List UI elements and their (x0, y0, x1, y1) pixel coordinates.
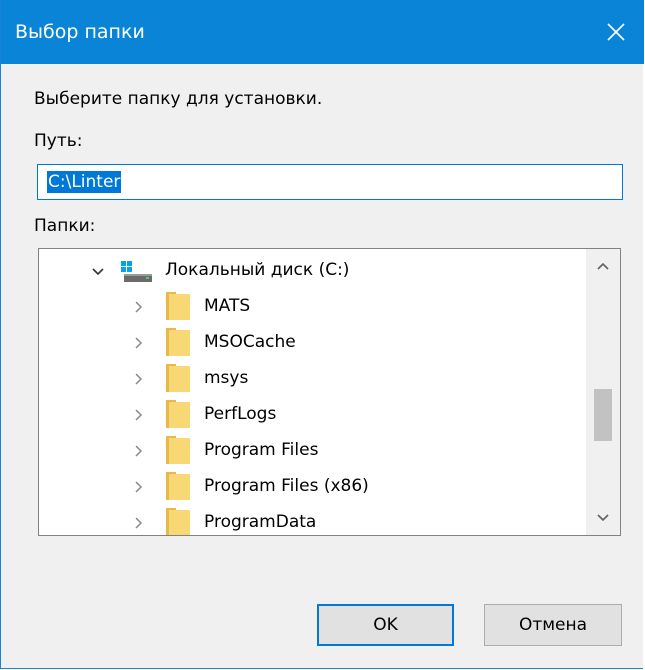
path-input[interactable]: C:\Linter (37, 164, 623, 200)
tree-item-local-disk[interactable]: Локальный диск (C:) (39, 255, 587, 289)
chevron-right-icon[interactable] (131, 407, 147, 423)
drive-icon (121, 261, 152, 282)
folder-icon (166, 436, 190, 464)
chevron-right-icon[interactable] (131, 443, 147, 459)
window-title: Выбор папки (15, 21, 145, 43)
tree-item-program-files[interactable]: Program Files (39, 433, 587, 467)
tree-item-mats[interactable]: MATS (39, 289, 587, 323)
path-input-selected-text: C:\Linter (47, 171, 122, 193)
tree-item-label: msys (204, 368, 249, 388)
close-button[interactable] (588, 0, 644, 64)
chevron-down-icon[interactable] (90, 264, 106, 280)
scroll-down-button[interactable] (586, 501, 620, 535)
tree-item-programdata[interactable]: ProgramData (39, 505, 587, 535)
folder-icon (166, 400, 190, 428)
folder-tree[interactable]: Локальный диск (C:) MATS MSOCache msys P… (38, 248, 621, 536)
folder-icon (166, 292, 190, 320)
scrollbar-thumb[interactable] (594, 389, 612, 441)
tree-item-label: Program Files (204, 440, 319, 460)
folder-icon (166, 328, 190, 356)
tree-item-label: MSOCache (204, 332, 296, 352)
chevron-right-icon[interactable] (131, 479, 147, 495)
chevron-right-icon[interactable] (131, 371, 147, 387)
tree-item-program-files-x86[interactable]: Program Files (x86) (39, 469, 587, 503)
path-label: Путь: (34, 131, 83, 151)
tree-item-msys[interactable]: msys (39, 361, 587, 395)
chevron-down-icon (597, 514, 609, 522)
chevron-right-icon[interactable] (131, 515, 147, 531)
vertical-scrollbar[interactable] (586, 249, 620, 535)
folder-icon (166, 472, 190, 500)
folder-picker-dialog: Выбор папки Выберите папку для установки… (0, 0, 644, 669)
ok-button[interactable]: OK (317, 604, 454, 646)
title-bar[interactable]: Выбор папки (1, 0, 644, 64)
folders-label: Папки: (34, 216, 96, 236)
tree-item-label: ProgramData (204, 512, 317, 532)
tree-item-label: Program Files (x86) (204, 476, 369, 496)
folder-icon (166, 508, 190, 535)
cancel-button[interactable]: Отмена (484, 604, 622, 646)
tree-item-perflogs[interactable]: PerfLogs (39, 397, 587, 431)
instruction-text: Выберите папку для установки. (34, 89, 323, 109)
chevron-right-icon[interactable] (131, 299, 147, 315)
tree-item-msocache[interactable]: MSOCache (39, 325, 587, 359)
chevron-up-icon (597, 262, 609, 270)
scroll-up-button[interactable] (586, 249, 620, 283)
tree-item-label: Локальный диск (C:) (165, 260, 350, 280)
tree-item-label: MATS (204, 296, 251, 316)
chevron-right-icon[interactable] (131, 335, 147, 351)
tree-item-label: PerfLogs (204, 404, 277, 424)
folder-icon (166, 364, 190, 392)
close-icon (607, 23, 625, 41)
